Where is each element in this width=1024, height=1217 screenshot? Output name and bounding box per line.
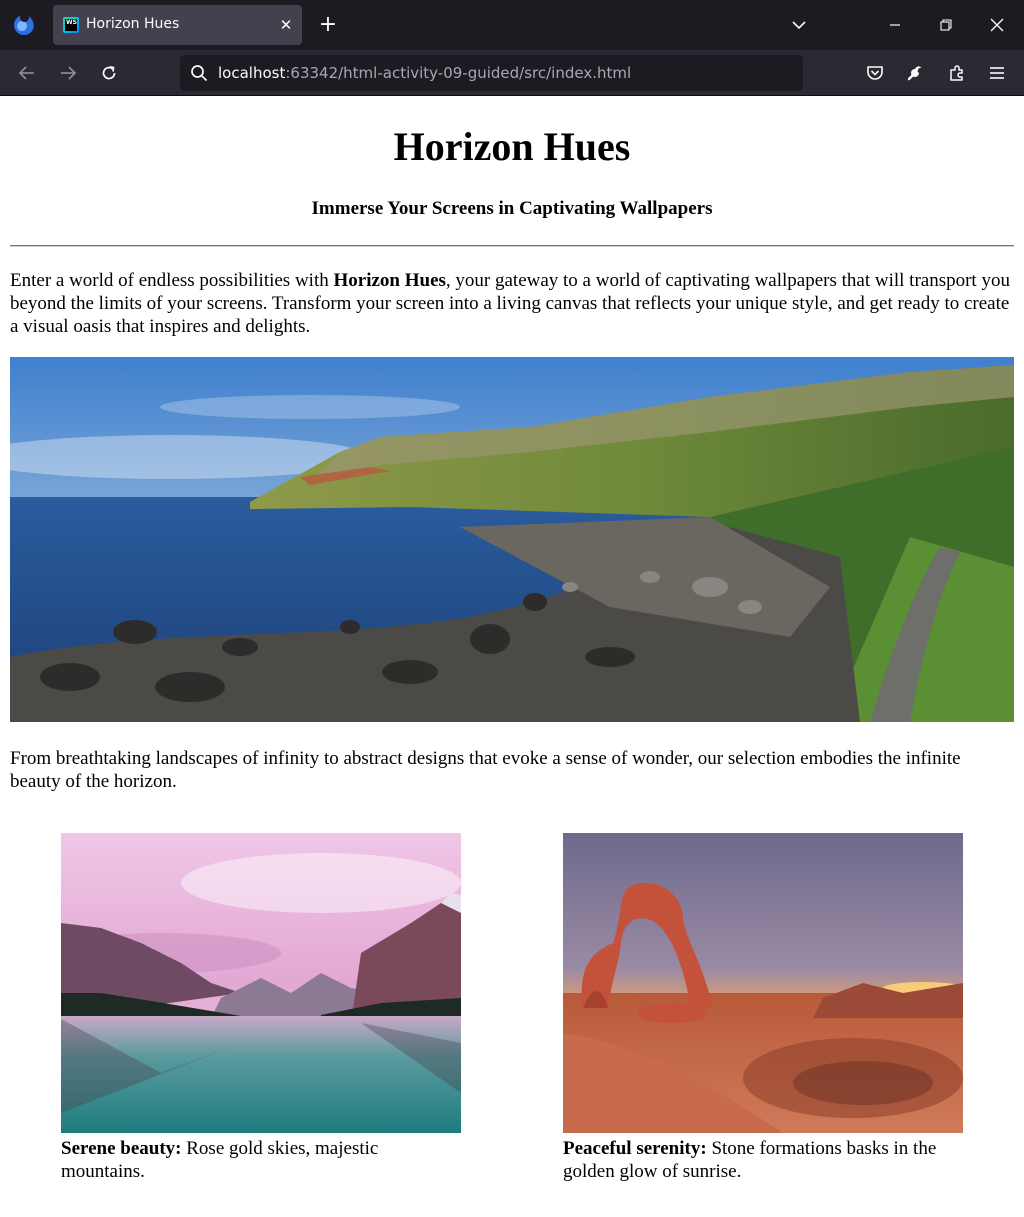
webstorm-icon: WS bbox=[63, 17, 79, 33]
restore-button[interactable] bbox=[921, 0, 971, 50]
minimize-icon bbox=[890, 24, 900, 26]
page-content: Horizon Hues Immerse Your Screens in Cap… bbox=[0, 96, 1024, 1217]
forward-arrow-icon bbox=[61, 66, 77, 80]
close-window-button[interactable] bbox=[972, 0, 1022, 50]
brand-name: Horizon Hues bbox=[333, 270, 446, 291]
url-host: localhost bbox=[218, 64, 286, 82]
close-icon: ✕ bbox=[279, 16, 293, 34]
hamburger-menu-icon bbox=[990, 67, 1004, 79]
navigation-toolbar: localhost:63342/html-activity-09-guided/… bbox=[0, 50, 1024, 96]
gallery-caption-1: Serene beauty: Rose gold skies, majestic… bbox=[61, 1137, 461, 1183]
reload-icon bbox=[102, 66, 116, 80]
chevron-down-icon bbox=[792, 21, 806, 30]
firefox-icon bbox=[14, 13, 34, 35]
devtools-button[interactable] bbox=[900, 58, 930, 88]
hero-image bbox=[10, 357, 1014, 722]
pocket-button[interactable] bbox=[860, 58, 890, 88]
browser-tab-active[interactable]: WS Horizon Hues ✕ bbox=[53, 5, 302, 45]
pocket-icon bbox=[867, 66, 883, 80]
puzzle-piece-icon bbox=[950, 65, 963, 81]
close-window-icon bbox=[990, 18, 1004, 32]
caption-2-bold: Peaceful serenity: bbox=[563, 1138, 707, 1159]
back-arrow-icon bbox=[18, 66, 34, 80]
app-menu-button[interactable] bbox=[982, 58, 1012, 88]
gallery-image-1 bbox=[61, 833, 461, 1133]
reload-button[interactable] bbox=[94, 58, 124, 88]
forward-button[interactable] bbox=[53, 58, 83, 88]
url-path: :63342/html-activity-09-guided/src/index… bbox=[285, 64, 632, 82]
list-all-tabs-button[interactable] bbox=[786, 12, 812, 38]
pink-sky-mountain-lake-image bbox=[61, 833, 461, 1133]
url-text[interactable]: localhost:63342/html-activity-09-guided/… bbox=[218, 64, 631, 82]
desert-stone-arch-image bbox=[563, 833, 963, 1133]
description-paragraph: From breathtaking landscapes of infinity… bbox=[10, 748, 961, 792]
address-bar[interactable]: localhost:63342/html-activity-09-guided/… bbox=[180, 55, 803, 91]
page-subtitle: Immerse Your Screens in Captivating Wall… bbox=[311, 198, 713, 219]
plus-icon: + bbox=[318, 12, 338, 37]
search-icon bbox=[191, 65, 208, 82]
tab-close-button[interactable]: ✕ bbox=[275, 14, 297, 36]
gallery-caption-2: Peaceful serenity: Stone formations bask… bbox=[563, 1137, 963, 1183]
coastal-cliffs-image bbox=[10, 357, 1014, 722]
back-button[interactable] bbox=[12, 58, 42, 88]
browser-tab-strip: WS Horizon Hues ✕ + bbox=[0, 0, 1024, 50]
horizontal-rule bbox=[10, 245, 1014, 247]
new-tab-button[interactable]: + bbox=[315, 12, 341, 38]
page-title: Horizon Hues bbox=[393, 124, 631, 169]
wrench-icon bbox=[907, 66, 922, 81]
extensions-button[interactable] bbox=[942, 58, 972, 88]
firefox-view-button[interactable] bbox=[0, 0, 48, 50]
intro-text-start: Enter a world of endless possibilities w… bbox=[10, 270, 334, 291]
gallery-image-2 bbox=[563, 833, 963, 1133]
minimize-button[interactable] bbox=[870, 0, 920, 50]
tab-title: Horizon Hues bbox=[86, 16, 180, 32]
intro-paragraph: Enter a world of endless possibilities w… bbox=[10, 269, 1014, 338]
restore-icon bbox=[940, 19, 952, 31]
caption-1-bold: Serene beauty: bbox=[61, 1138, 182, 1159]
